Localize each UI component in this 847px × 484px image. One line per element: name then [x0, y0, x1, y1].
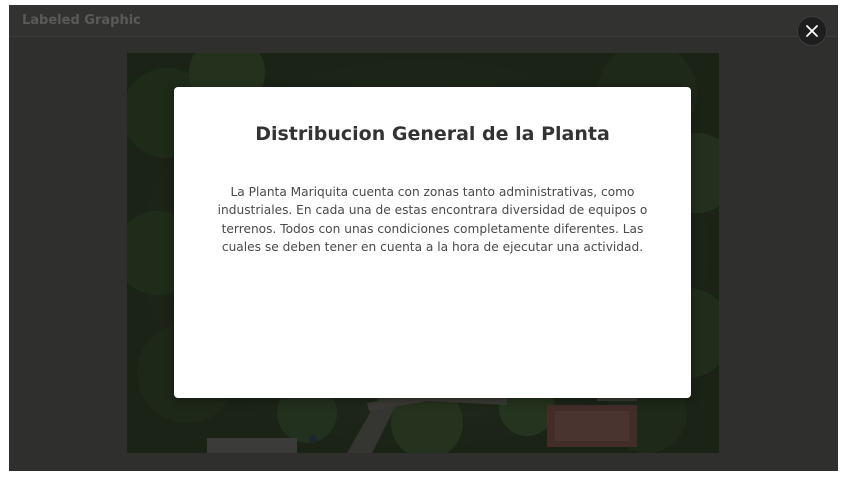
labeled-graphic-window: Labeled Graphic Distribucion General de … — [9, 5, 838, 471]
close-button[interactable] — [797, 16, 827, 46]
info-modal: Distribucion General de la Planta La Pla… — [174, 87, 691, 398]
title-bar: Labeled Graphic — [9, 5, 838, 37]
window-title: Labeled Graphic — [22, 13, 141, 28]
close-icon — [806, 25, 818, 37]
modal-title: Distribucion General de la Planta — [255, 123, 610, 145]
modal-body-text: La Planta Mariquita cuenta con zonas tan… — [217, 185, 648, 254]
